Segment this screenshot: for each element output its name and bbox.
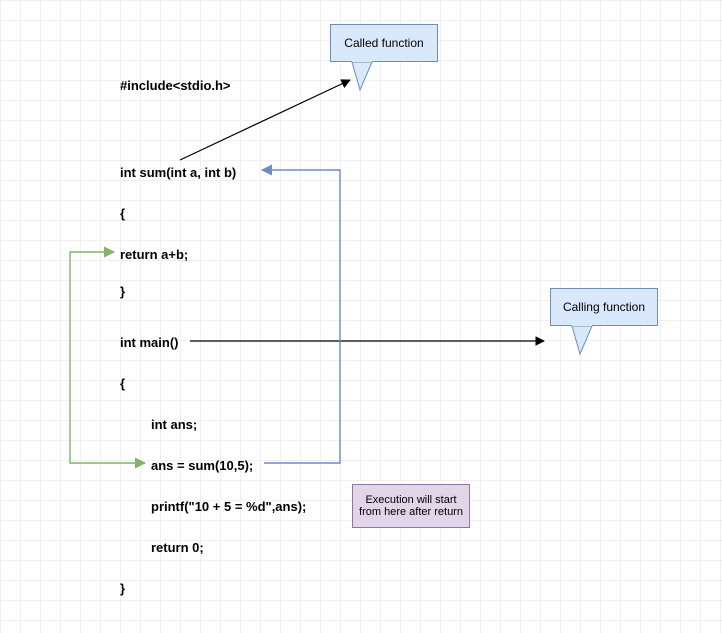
code-return0: return 0; xyxy=(151,540,204,555)
code-main-decl: int main() xyxy=(120,335,179,350)
code-include: #include<stdio.h> xyxy=(120,78,231,93)
callout-calling-label: Calling function xyxy=(563,300,645,314)
code-brace-close-2: } xyxy=(120,581,125,596)
code-brace-close-1: } xyxy=(120,284,125,299)
code-int-ans: int ans; xyxy=(151,417,197,432)
callout-called-function: Called function xyxy=(330,24,438,62)
callout-called-label: Called function xyxy=(344,36,423,50)
note-execution: Execution will start from here after ret… xyxy=(352,484,470,528)
code-return-ab: return a+b; xyxy=(120,247,188,262)
code-printf: printf("10 + 5 = %d",ans); xyxy=(151,499,306,514)
code-brace-open-1: { xyxy=(120,206,125,221)
note-execution-label: Execution will start from here after ret… xyxy=(357,494,465,518)
arrow-call-to-sum xyxy=(262,170,340,463)
callout-calling-function: Calling function xyxy=(550,288,658,326)
code-sum-decl: int sum(int a, int b) xyxy=(120,165,236,180)
code-brace-open-2: { xyxy=(120,376,125,391)
code-ans-call: ans = sum(10,5); xyxy=(151,458,253,473)
arrow-return-to-ans xyxy=(70,252,145,463)
